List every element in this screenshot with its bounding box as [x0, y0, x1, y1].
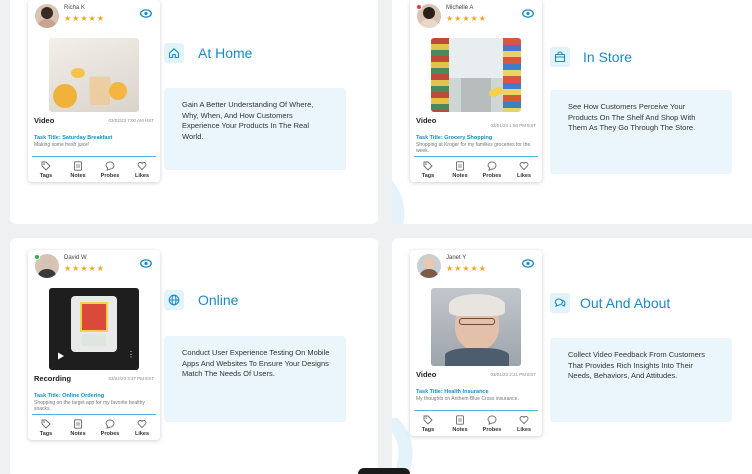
- video-thumbnail[interactable]: [431, 288, 521, 366]
- tag-icon: [423, 161, 433, 171]
- task-description: Making some fresh juice!: [34, 142, 90, 148]
- speech-bubble-icon: [105, 419, 115, 429]
- tag-icon: [41, 161, 51, 171]
- likes-button[interactable]: Likes: [510, 415, 538, 433]
- speech-bubble-icon: [487, 161, 497, 171]
- tag-icon: [41, 419, 51, 429]
- feature-title: Out And About: [580, 295, 671, 311]
- task-description: Shopping at Kroger for my families groce…: [416, 142, 531, 154]
- media-type: Video: [416, 116, 437, 125]
- task-title: Task Title: Health Insurance: [416, 389, 489, 395]
- notes-button[interactable]: Notes: [64, 419, 92, 437]
- video-card[interactable]: Janet Y ★★★★★ Video 03/01/23 2:21 PM EST…: [410, 250, 542, 436]
- tags-button[interactable]: Tags: [414, 415, 442, 433]
- heart-icon: [137, 420, 147, 429]
- notes-icon: [74, 419, 82, 429]
- video-card[interactable]: Richa K ★★★★★ Video 03/02/23 7:00 AM HST…: [28, 0, 160, 182]
- feature-panel-in-store: Michelle A ★★★★★ Video 03/01/23 1:50 PM …: [392, 0, 752, 224]
- chat-bubbles-icon: [554, 298, 566, 308]
- feature-icon-box: [550, 293, 570, 313]
- user-name: David W: [64, 255, 87, 261]
- home-icon: [168, 48, 180, 59]
- play-icon[interactable]: [57, 352, 65, 360]
- task-title: Task Title: Grocery Shopping: [416, 135, 493, 141]
- star-rating: ★★★★★: [446, 14, 487, 23]
- tag-icon: [423, 415, 433, 425]
- status-dot: [34, 254, 40, 260]
- user-name: Janet Y: [446, 255, 467, 261]
- more-icon[interactable]: ⋮: [127, 350, 135, 359]
- star-rating: ★★★★★: [64, 264, 105, 273]
- task-title: Task Title: Saturday Breakfast: [34, 135, 113, 141]
- avatar: [417, 254, 441, 278]
- likes-button[interactable]: Likes: [128, 419, 156, 437]
- user-name: Richa K: [64, 5, 86, 11]
- speech-bubble-icon: [105, 161, 115, 171]
- eye-icon[interactable]: [522, 259, 534, 268]
- likes-button[interactable]: Likes: [510, 161, 538, 179]
- heart-icon: [519, 416, 529, 425]
- video-thumbnail[interactable]: ⋮: [49, 288, 139, 370]
- speech-bubble-icon: [487, 415, 497, 425]
- feature-description: Gain A Better Understanding Of Where, Wh…: [164, 88, 346, 170]
- feature-icon-box: [164, 43, 184, 63]
- probes-button[interactable]: Probes: [478, 161, 506, 179]
- media-type: Recording: [34, 374, 72, 383]
- star-rating: ★★★★★: [446, 264, 487, 273]
- status-dot: [416, 4, 422, 10]
- tags-button[interactable]: Tags: [414, 161, 442, 179]
- heart-icon: [519, 162, 529, 171]
- notes-button[interactable]: Notes: [64, 161, 92, 179]
- probes-button[interactable]: Probes: [96, 419, 124, 437]
- eye-icon[interactable]: [140, 259, 152, 268]
- task-description: Shopping on the target app for my favori…: [34, 400, 145, 412]
- feature-description: Collect Video Feedback From Customers Th…: [550, 338, 732, 422]
- notes-button[interactable]: Notes: [446, 415, 474, 433]
- timestamp: 03/01/23 1:50 PM EST: [490, 123, 536, 128]
- feature-panel-out-and-about: Janet Y ★★★★★ Video 03/01/23 2:21 PM EST…: [392, 238, 752, 474]
- video-card[interactable]: Michelle A ★★★★★ Video 03/01/23 1:50 PM …: [410, 0, 542, 182]
- task-description: My thoughts on Anthem Blue Cross insuran…: [416, 396, 519, 402]
- task-title: Task Title: Online Ordering: [34, 393, 105, 399]
- feature-panel-online: David W ★★★★★ ⋮ Recording 03/02/23 3:37 …: [10, 238, 378, 474]
- video-thumbnail[interactable]: [49, 38, 139, 112]
- notes-button[interactable]: Notes: [446, 161, 474, 179]
- feature-description: Conduct User Experience Testing On Mobil…: [164, 336, 346, 422]
- user-name: Michelle A: [446, 5, 474, 11]
- media-type: Video: [34, 116, 55, 125]
- star-rating: ★★★★★: [64, 14, 105, 23]
- shopping-bag-icon: [554, 51, 566, 63]
- notes-icon: [456, 415, 464, 425]
- heart-icon: [137, 162, 147, 171]
- feature-title: Online: [198, 292, 239, 308]
- probes-button[interactable]: Probes: [96, 161, 124, 179]
- avatar: [35, 4, 59, 28]
- feature-panel-at-home: Richa K ★★★★★ Video 03/02/23 7:00 AM HST…: [10, 0, 378, 224]
- notes-icon: [456, 161, 464, 171]
- bottom-tab[interactable]: [358, 468, 410, 474]
- feature-icon-box: [550, 47, 570, 67]
- feature-description: See How Customers Perceive Your Products…: [550, 90, 732, 174]
- timestamp: 03/02/23 3:37 PM EST: [108, 376, 154, 381]
- timestamp: 03/02/23 7:00 AM HST: [108, 118, 154, 123]
- tags-button[interactable]: Tags: [32, 419, 60, 437]
- video-thumbnail[interactable]: [431, 38, 521, 112]
- feature-title: In Store: [583, 49, 633, 65]
- likes-button[interactable]: Likes: [128, 161, 156, 179]
- notes-icon: [74, 161, 82, 171]
- feature-icon-box: [164, 290, 184, 310]
- eye-icon[interactable]: [522, 9, 534, 18]
- eye-icon[interactable]: [140, 9, 152, 18]
- tags-button[interactable]: Tags: [32, 161, 60, 179]
- media-type: Video: [416, 370, 437, 379]
- globe-icon: [168, 294, 180, 306]
- timestamp: 03/01/23 2:21 PM EST: [490, 372, 536, 377]
- feature-title: At Home: [198, 45, 253, 61]
- video-card[interactable]: David W ★★★★★ ⋮ Recording 03/02/23 3:37 …: [28, 250, 160, 440]
- probes-button[interactable]: Probes: [478, 415, 506, 433]
